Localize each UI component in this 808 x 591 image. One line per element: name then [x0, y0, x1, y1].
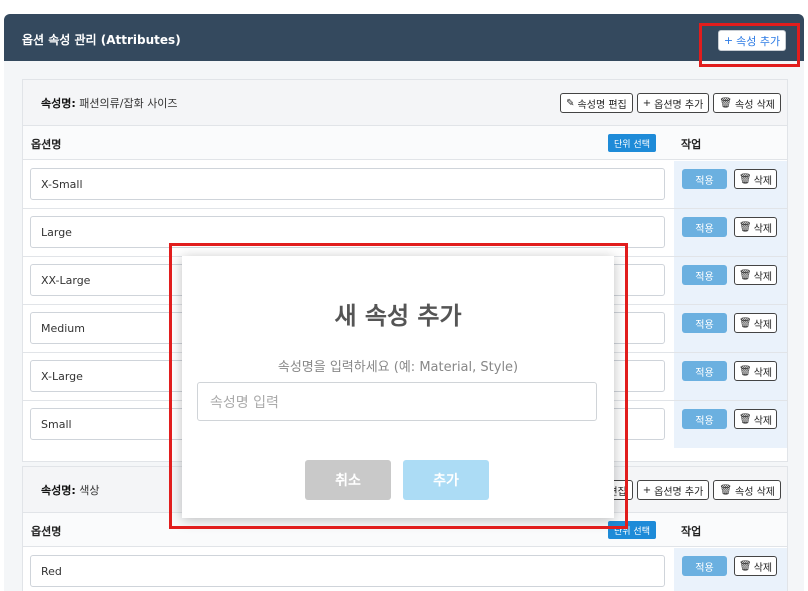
apply-button[interactable]: 적용	[682, 556, 727, 576]
table-row: X-Small 적용 🗑 삭제	[23, 161, 787, 209]
apply-button[interactable]: 적용	[682, 361, 727, 381]
trash-icon: 🗑	[739, 365, 752, 377]
attribute-title-label: 속성명:	[41, 484, 76, 497]
delete-attribute-label: 속성 삭제	[735, 99, 775, 111]
confirm-add-button[interactable]: 추가	[403, 460, 489, 500]
trash-icon: 🗑	[739, 173, 752, 185]
delete-option-button[interactable]: 🗑 삭제	[734, 169, 778, 189]
edit-icon: ✎	[566, 97, 575, 109]
delete-option-label: 삭제	[753, 367, 773, 379]
delete-attribute-button[interactable]: 🗑 속성 삭제	[713, 93, 781, 113]
row-actions: 적용 🗑 삭제	[674, 257, 787, 304]
delete-attribute-button[interactable]: 🗑 속성 삭제	[713, 480, 781, 500]
add-attribute-label: 속성 추가	[736, 34, 781, 48]
add-attribute-modal: 새 속성 추가 속성명을 입력하세요 (예: Material, Style) …	[182, 256, 614, 518]
row-actions: 적용 🗑 삭제	[674, 353, 787, 400]
plus-icon: +	[723, 34, 734, 47]
edit-attribute-button[interactable]: ✎ 속성명 편집	[560, 93, 633, 113]
option-name-input[interactable]: Large	[30, 216, 665, 248]
trash-icon: 🗑	[719, 97, 733, 109]
delete-option-button[interactable]: 🗑 삭제	[734, 409, 778, 429]
modal-subtitle: 속성명을 입력하세요 (예: Material, Style)	[277, 360, 519, 375]
row-actions: 적용 🗑 삭제	[674, 305, 787, 352]
trash-icon: 🗑	[719, 484, 733, 496]
edit-attribute-label: 속성명 편집	[577, 99, 627, 111]
add-attribute-button[interactable]: + 속성 추가	[718, 30, 786, 51]
add-option-label: 옵션명 추가	[654, 486, 704, 498]
trash-icon: 🗑	[739, 560, 752, 572]
column-option-name: 옵션명	[31, 525, 62, 538]
option-name-input[interactable]: X-Small	[30, 168, 665, 200]
apply-button[interactable]: 적용	[682, 265, 727, 285]
row-actions: 적용 🗑 삭제	[674, 401, 787, 448]
attribute-actions: ✎ 속성명 편집 + 옵션명 추가 🗑 속성 삭제	[560, 93, 781, 113]
panel-header: 옵션 속성 관리 (Attributes) + 속성 추가	[4, 14, 804, 61]
delete-option-button[interactable]: 🗑 삭제	[734, 217, 778, 237]
add-option-button[interactable]: + 옵션명 추가	[636, 480, 710, 500]
delete-option-label: 삭제	[753, 562, 773, 574]
delete-option-button[interactable]: 🗑 삭제	[734, 265, 778, 285]
plus-icon: +	[642, 97, 652, 109]
row-actions: 적용 🗑 삭제	[674, 209, 787, 256]
attribute-card-header: 속성명: 패션의류/잡화 사이즈 ✎ 속성명 편집 + 옵션명 추가 🗑 속성 삭제	[23, 80, 787, 126]
table-row: Red 적용 🗑 삭제	[23, 548, 787, 591]
delete-option-button[interactable]: 🗑 삭제	[734, 361, 778, 381]
option-name-input[interactable]: Red	[30, 555, 665, 587]
delete-option-label: 삭제	[753, 319, 773, 331]
column-action: 작업	[681, 525, 702, 538]
delete-option-label: 삭제	[753, 271, 773, 283]
apply-button[interactable]: 적용	[682, 409, 727, 429]
apply-button[interactable]: 적용	[682, 313, 727, 333]
column-action: 작업	[681, 138, 702, 151]
apply-button[interactable]: 적용	[682, 217, 727, 237]
cancel-button[interactable]: 취소	[305, 460, 391, 500]
trash-icon: 🗑	[739, 221, 752, 233]
delete-option-label: 삭제	[753, 415, 773, 427]
panel-title: 옵션 속성 관리 (Attributes)	[22, 33, 181, 47]
add-option-button[interactable]: + 옵션명 추가	[636, 93, 710, 113]
delete-option-button[interactable]: 🗑 삭제	[734, 313, 778, 333]
apply-button[interactable]: 적용	[682, 169, 727, 189]
delete-option-button[interactable]: 🗑 삭제	[734, 556, 778, 576]
table-header: 옵션명 단위 선택 작업	[23, 126, 787, 160]
row-actions: 적용 🗑 삭제	[674, 548, 787, 591]
attribute-name-input[interactable]: 속성명 입력	[197, 382, 597, 421]
unit-select-button[interactable]: 단위 선택	[608, 521, 656, 539]
attribute-title-label: 속성명:	[41, 97, 76, 110]
trash-icon: 🗑	[739, 413, 752, 425]
column-option-name: 옵션명	[31, 138, 62, 151]
attribute-title-value: 패션의류/잡화 사이즈	[79, 97, 178, 110]
plus-icon: +	[642, 484, 652, 496]
delete-attribute-label: 속성 삭제	[735, 486, 775, 498]
unit-select-button[interactable]: 단위 선택	[608, 134, 656, 152]
trash-icon: 🗑	[739, 269, 752, 281]
row-actions: 적용 🗑 삭제	[674, 161, 787, 208]
delete-option-label: 삭제	[753, 223, 773, 235]
delete-option-label: 삭제	[753, 175, 773, 187]
trash-icon: 🗑	[739, 317, 752, 329]
attribute-title: 속성명: 패션의류/잡화 사이즈	[41, 95, 178, 111]
table-header: 옵션명 단위 선택 작업	[23, 513, 787, 547]
attribute-title: 속성명: 색상	[41, 482, 100, 498]
table-row: Large 적용 🗑 삭제	[23, 209, 787, 257]
attribute-title-value: 색상	[79, 484, 100, 497]
attribute-actions: ✎편집 +옵션명 추가 🗑속성 삭제	[590, 480, 781, 500]
modal-title: 새 속성 추가	[334, 302, 462, 330]
add-option-label: 옵션명 추가	[654, 99, 704, 111]
